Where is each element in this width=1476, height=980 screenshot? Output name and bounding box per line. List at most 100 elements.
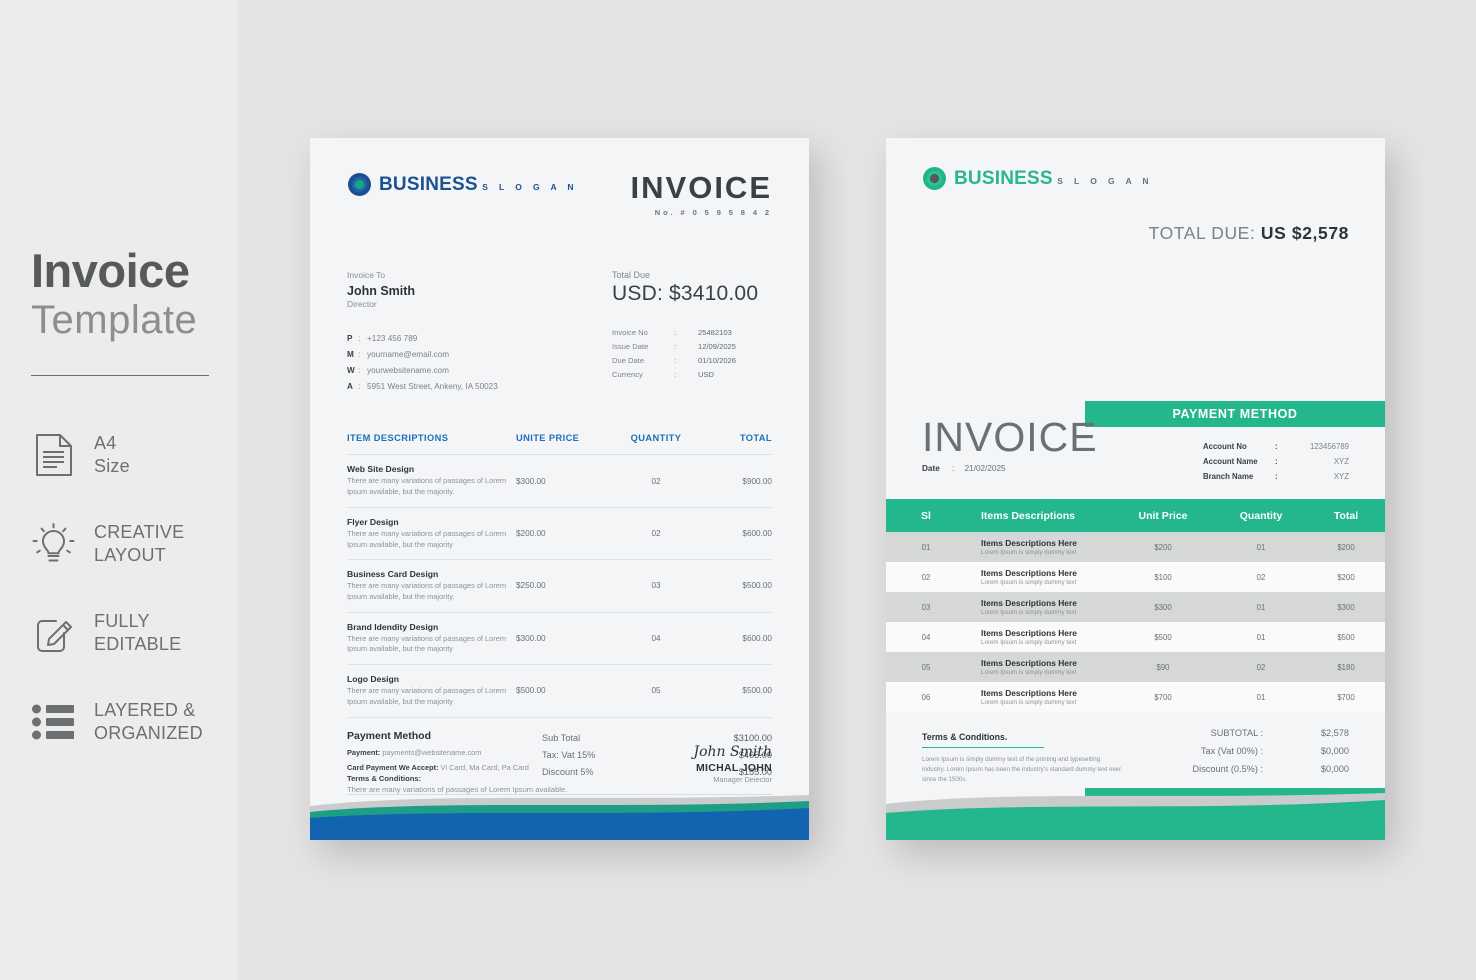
circle-ring-logo-icon (922, 166, 947, 191)
page-title: Invoice (31, 244, 190, 297)
account-row: Account No: 123456789 (1203, 439, 1349, 454)
table-row: 04 Items Descriptions Here Lorem Ipsum i… (886, 622, 1385, 652)
contact-key: W (347, 366, 355, 376)
item-name: Logo Design (347, 674, 400, 685)
table-row: Brand Idendity Design There are many var… (347, 613, 772, 666)
row-quantity: 01 (1256, 632, 1266, 642)
row-unit-price: $500 (1154, 632, 1172, 642)
brand-logo[interactable]: BUSINESS S L O G A N (347, 172, 578, 197)
payment-method-banner: PAYMENT METHOD (1085, 401, 1385, 427)
item-cell: Flyer Design There are many variations o… (347, 517, 516, 550)
item-total: $900.00 (742, 476, 772, 486)
account-value: XYZ (1333, 457, 1349, 467)
row-item-name: Items Descriptions Here (981, 628, 1077, 638)
row-serial: 02 (921, 572, 931, 582)
meta-sep: : (674, 328, 677, 337)
contact-sep: : (358, 382, 361, 392)
feature-line1: FULLY (94, 611, 150, 632)
feature-label: FULLY EDITABLE (94, 610, 181, 655)
contact-key: P (347, 334, 353, 344)
invoice-1-parties: Invoice To John Smith Director P: +123 45… (347, 270, 772, 395)
item-unit-price: $500.00 (516, 686, 546, 696)
invoice-2-items-table: Sl Items Descriptions Unit Price Quantit… (886, 499, 1385, 712)
invoice-date-value: 21/02/2025 (964, 464, 1006, 473)
feature-line2: EDITABLE (94, 633, 182, 654)
contact-key: M (347, 350, 354, 360)
invoice-1-body: BUSINESS S L O G A N INVOICE No. # 0 5 9… (310, 138, 809, 840)
invoice-number: No. # 0 5 9 5 8 4 2 (654, 208, 772, 217)
row-total: $200 (1337, 572, 1355, 582)
signature-script: John Smith (693, 744, 772, 760)
account-row: Account Name: XYZ (1203, 454, 1349, 469)
table-row: Flyer Design There are many variations o… (347, 508, 772, 561)
brand-name: BUSINESS (954, 168, 1053, 189)
row-serial: 01 (921, 542, 931, 552)
row-serial: 04 (921, 632, 931, 642)
payment-email-value: payments@websitename.com (382, 747, 482, 757)
row-item-name: Items Descriptions Here (981, 688, 1077, 698)
payment-method-label: PAYMENT METHOD (1172, 407, 1298, 421)
brand-logo[interactable]: BUSINESS S L O G A N (922, 166, 1385, 191)
row-item-subtext: Lorem Ipsum is simply dummy text (981, 639, 1077, 646)
feature-item-a4-size: A4 Size (31, 410, 237, 499)
item-cell: Brand Idendity Design There are many var… (347, 622, 516, 655)
column-header-description: ITEM DESCRIPTIONS (347, 433, 449, 444)
row-quantity: 02 (1256, 662, 1266, 672)
payment-email-label: Payment: (347, 747, 381, 757)
row-total: $500 (1337, 632, 1355, 642)
row-item-subtext: Lorem Ipsum is simply dummy text (981, 669, 1077, 676)
row-quantity: 01 (1256, 542, 1266, 552)
column-header-quantity: QUANTITY (630, 433, 682, 444)
bill-to-block: Invoice To John Smith Director P: +123 45… (347, 270, 498, 395)
account-value: 123456789 (1309, 442, 1349, 451)
signature-name: MICHAL JOHN (695, 762, 772, 774)
item-quantity: 02 (651, 476, 661, 486)
item-unit-price: $300.00 (516, 633, 546, 643)
row-unit-price: $90 (1156, 662, 1170, 672)
payment-cards-value: Vi Card, Ma Card, Pa Card (440, 762, 529, 772)
summary-value: $0,000 (1320, 763, 1349, 774)
row-serial: 03 (921, 602, 931, 612)
total-due-value: USD: $3410.00 (612, 282, 759, 305)
list-layers-icon (31, 699, 76, 744)
lightbulb-icon (31, 521, 76, 566)
row-unit-price: $700 (1154, 692, 1172, 702)
row-total: $180 (1337, 662, 1355, 672)
item-cell: Web Site Design There are many variation… (347, 464, 516, 497)
meta-value: 25482103 (698, 328, 732, 337)
contact-line: M: yourname@email.com (347, 347, 498, 363)
column-header-total: Total (1333, 509, 1359, 522)
feature-item-layered-organized: LAYERED & ORGANIZED (31, 677, 237, 766)
column-header-quantity: Quantity (1239, 509, 1283, 522)
meta-row: Due Date: 01/10/2026 (612, 354, 772, 368)
column-header-unit-price: Unit Price (1138, 509, 1188, 522)
invoice-date-label: Date (922, 464, 940, 473)
page-subtitle: Template (31, 298, 198, 343)
brand-slogan: S L O G A N (1057, 176, 1153, 186)
item-description: There are many variations of passages of… (347, 633, 506, 654)
table-header-row: ITEM DESCRIPTIONS UNITE PRICE QUANTITY T… (347, 433, 772, 456)
invoice-title-block: INVOICE No. # 0 5 9 5 8 4 2 (631, 172, 772, 217)
item-cell: Logo Design There are many variations of… (347, 674, 516, 707)
contact-value: yourwebsitename.com (367, 366, 449, 376)
total-due-value: US $2,578 (1260, 223, 1349, 243)
contact-value: +123 456 789 (367, 334, 418, 344)
invoice-meta-list: Invoice No: 25482103 Issue Date: 12/09/202… (612, 326, 772, 382)
row-item-subtext: Lorem Ipsum is simply dummy text (981, 609, 1077, 616)
summary-value: $2,578 (1320, 728, 1349, 738)
brand-logo-text: BUSINESS S L O G A N (379, 175, 578, 194)
row-item-subtext: Lorem Ipsum is simply dummy text (981, 699, 1077, 706)
row-serial: 06 (921, 692, 931, 702)
item-total: $500.00 (742, 686, 772, 696)
row-description-cell: Items Descriptions Here Lorem Ipsum is s… (966, 658, 1111, 676)
meta-row: Currency: USD (612, 368, 772, 382)
invoice-1-items-table: ITEM DESCRIPTIONS UNITE PRICE QUANTITY T… (347, 433, 772, 718)
feature-list: A4 Size CREATIVE LAYOUT FULLY EDITABLE L… (0, 410, 237, 766)
meta-sep: : (674, 356, 677, 366)
row-total: $300 (1337, 602, 1355, 612)
total-due-label: Total Due (612, 270, 651, 280)
item-name: Business Card Design (347, 569, 439, 580)
summary-value: $0,000 (1320, 745, 1349, 756)
brand-name: BUSINESS (379, 174, 478, 195)
item-quantity: 05 (651, 686, 661, 696)
